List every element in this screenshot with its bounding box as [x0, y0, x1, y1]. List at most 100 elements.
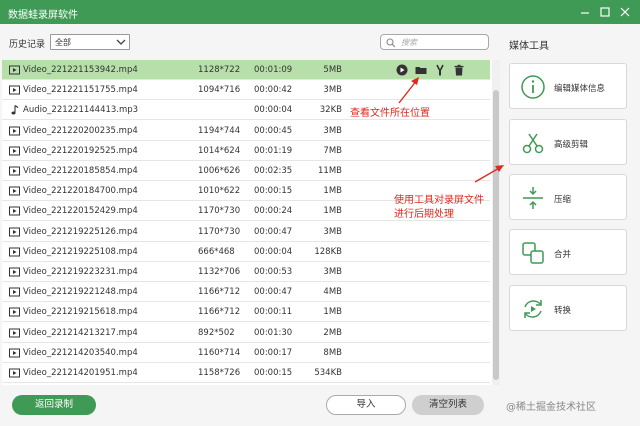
file-name: Video_221219225126.mp4	[23, 226, 138, 237]
file-row[interactable]: Video_221219225108.mp4 666*468 00:00:04 128…	[2, 242, 490, 262]
file-row[interactable]: Video_221219225126.mp4 1170*730 00:00:47 3M…	[2, 222, 490, 242]
file-resolution: 1170*730	[198, 206, 241, 217]
annotation-arrow-folder	[398, 77, 419, 104]
convert-icon	[524, 300, 542, 318]
file-duration: 00:00:24	[254, 206, 293, 217]
file-name: Video_221220192525.mp4	[23, 145, 138, 156]
search-icon	[386, 38, 396, 48]
scissors-icon	[522, 133, 544, 154]
file-duration: 00:00:04	[254, 246, 293, 257]
chevron-down-icon	[116, 39, 126, 45]
tool-convert[interactable]: 转换	[509, 285, 627, 331]
file-size: 11MB	[318, 166, 342, 176]
video-file-icon	[9, 267, 20, 277]
file-resolution: 1194*744	[198, 125, 241, 136]
watermark: @稀土掘金技术社区	[506, 402, 596, 413]
file-resolution: 1014*624	[198, 145, 241, 156]
file-resolution: 666*468	[198, 246, 235, 257]
file-name: Video_221214201951.mp4	[23, 368, 138, 378]
file-row[interactable]: Video_221219215618.mp4 1166*712 00:00:11 1M…	[2, 302, 490, 323]
file-name: Video_221219225108.mp4	[23, 246, 138, 257]
file-resolution: 1128*722	[198, 65, 241, 75]
merge-icon	[522, 242, 544, 264]
file-resolution: 1158*726	[198, 368, 241, 378]
video-file-icon	[9, 65, 20, 75]
file-resolution: 1006*626	[198, 166, 241, 176]
minimize-icon[interactable]	[576, 3, 594, 21]
tool-compress[interactable]: 压缩	[509, 174, 627, 220]
annotation-tools-line1: 使用工具对录屏文件	[394, 195, 484, 206]
import-button[interactable]: 导入	[326, 395, 406, 415]
file-row[interactable]: Video_221220185854.mp4 1006*626 00:02:35 11…	[2, 161, 490, 181]
back-to-record-button[interactable]: 返回录制	[12, 395, 96, 415]
video-file-icon	[9, 368, 20, 378]
file-duration: 00:00:47	[254, 287, 293, 298]
scrollbar[interactable]	[492, 60, 500, 385]
close-icon[interactable]	[616, 3, 634, 21]
file-name: Video_221221153942.mp4	[23, 65, 138, 75]
scrollbar-thumb[interactable]	[493, 90, 499, 380]
file-row[interactable]: Video_221214213217.mp4 892*502 00:01:30 2MB	[2, 323, 490, 343]
file-duration: 00:00:04	[254, 105, 293, 116]
tool-label: 高级剪辑	[554, 140, 589, 150]
tool-advanced-edit[interactable]: 高级剪辑	[509, 119, 627, 165]
tool-label: 转换	[554, 306, 572, 316]
search-placeholder: 搜索	[401, 38, 417, 47]
video-file-icon	[9, 146, 20, 156]
file-duration: 00:00:17	[254, 347, 293, 358]
tool-label: 合并	[554, 250, 572, 260]
maximize-icon[interactable]	[596, 3, 614, 21]
music-note-icon	[9, 105, 20, 115]
file-resolution: 892*502	[198, 327, 235, 338]
file-name: Video_221214203540.mp4	[23, 347, 138, 358]
clear-list-button[interactable]: 清空列表	[412, 395, 484, 415]
file-resolution: 1170*730	[198, 226, 241, 237]
info-icon	[521, 75, 545, 99]
file-duration: 00:00:47	[254, 226, 293, 237]
file-duration: 00:00:53	[254, 267, 293, 277]
file-size: 8MB	[323, 347, 342, 358]
file-duration: 00:00:45	[254, 125, 293, 136]
file-row[interactable]: Video_221220200235.mp4 1194*744 00:00:45 3M…	[2, 121, 490, 141]
file-resolution: 1166*712	[198, 287, 241, 298]
file-duration: 00:02:35	[254, 166, 293, 176]
file-name: Video_221220185854.mp4	[23, 166, 138, 176]
file-duration: 00:00:42	[254, 85, 293, 96]
file-name: Audio_221221144413.mp3	[23, 105, 139, 116]
history-filter-select[interactable]: 全部	[50, 34, 130, 50]
tool-edit-media-info[interactable]: 编辑媒体信息	[509, 63, 627, 109]
file-row[interactable]: Video_221214201951.mp4 1158*726 00:00:15 53…	[2, 363, 490, 383]
file-size: 32KB	[319, 105, 342, 116]
file-name: Video_221214213217.mp4	[23, 327, 138, 338]
file-size: 7MB	[323, 145, 342, 156]
file-size: 3MB	[323, 85, 342, 96]
trash-icon[interactable]	[452, 63, 466, 77]
file-resolution: 1010*622	[198, 186, 241, 197]
video-file-icon	[9, 85, 20, 95]
file-name: Video_221220200235.mp4	[23, 125, 138, 136]
file-row[interactable]: Video_221214203540.mp4 1160*714 00:00:17 8M…	[2, 343, 490, 363]
annotation-arrow-tools	[474, 165, 504, 183]
file-row[interactable]: Video_221219221248.mp4 1166*712 00:00:47 4M…	[2, 282, 490, 303]
video-file-icon	[9, 307, 20, 317]
file-resolution: 1160*714	[198, 347, 241, 358]
file-name: Video_221221151755.mp4	[23, 85, 138, 96]
window-title: 数据蛙录屏软件	[8, 10, 78, 21]
file-size: 1MB	[323, 307, 342, 318]
file-size: 3MB	[323, 125, 342, 136]
annotation-tools-line2: 进行后期处理	[394, 209, 454, 220]
search-box[interactable]: 搜索	[380, 34, 489, 50]
video-file-icon	[9, 348, 20, 358]
video-file-icon	[9, 227, 20, 237]
file-row[interactable]: Video_221220192525.mp4 1014*624 00:01:19 7M…	[2, 141, 490, 161]
tool-label: 编辑媒体信息	[554, 84, 606, 94]
file-name: Video_221220152429.mp4	[23, 206, 138, 217]
file-size: 3MB	[323, 267, 342, 277]
file-row[interactable]: Video_221219223231.mp4 1132*706 00:00:53 3M…	[2, 262, 490, 282]
edit-tool-icon[interactable]	[433, 63, 447, 77]
media-tools-title: 媒体工具	[509, 41, 549, 52]
tool-merge[interactable]: 合并	[509, 229, 627, 275]
file-size: 4MB	[323, 287, 342, 298]
file-duration: 00:00:15	[254, 186, 293, 197]
video-file-icon	[9, 328, 20, 338]
